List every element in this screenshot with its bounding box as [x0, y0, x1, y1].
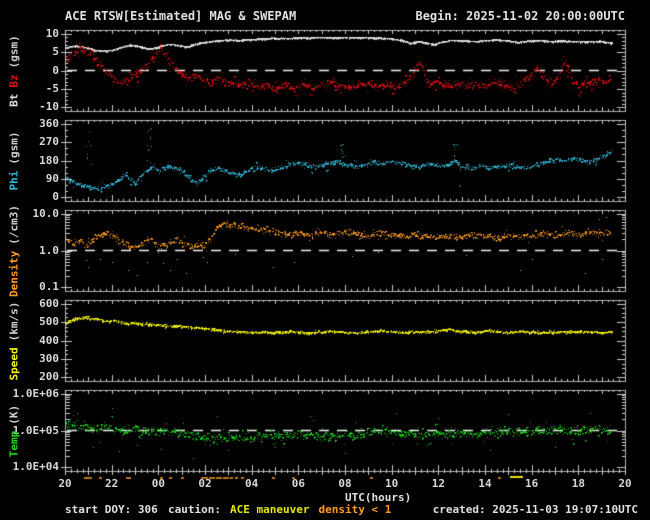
x-tick-label: 18 [571, 477, 585, 490]
created-timestamp: created: 2025-11-03 19:07:10UTC [432, 503, 638, 516]
axis-title-part: Density [7, 250, 21, 297]
x-tick-label: 20 [58, 477, 72, 490]
x-tick-label: 06 [291, 477, 305, 490]
axis-title-part: (/cm3) [7, 204, 21, 245]
caution-legend: caution: ACE maneuver density < 1 [168, 504, 400, 516]
panel-y-axis-title: Speed (km/s) [8, 298, 21, 383]
x-tick-label: 20 [618, 477, 632, 490]
axis-title-part: (K) [7, 404, 21, 425]
begin-timestamp: Begin: 2025-11-02 20:00:00UTC [415, 9, 625, 23]
axis-title-part: (gsm) [7, 131, 21, 165]
chart-title: ACE RTSW[Estimated] MAG & SWEPAM [65, 9, 297, 23]
axis-title-part: Bt [7, 93, 21, 107]
panel-y-axis-title: Bt Bz (gsm) [8, 32, 21, 110]
caution-density-label: density < 1 [318, 503, 392, 516]
y-tick-label: 1.0E+06 [12, 386, 59, 400]
ace-rtsw-plot-window: ACE RTSW[Estimated] MAG & SWEPAM Begin: … [0, 0, 650, 520]
y-tick-label: 1.0E+04 [12, 460, 59, 474]
x-tick-label: 00 [151, 477, 165, 490]
caution-label: caution: [168, 503, 221, 516]
start-doy-label: start DOY: 306 [65, 503, 158, 516]
x-tick-label: 08 [338, 477, 352, 490]
panel-y-axis-title: Temp (K) [8, 401, 21, 459]
axis-title-part: Bz [7, 73, 21, 88]
plot-canvas [0, 0, 650, 520]
x-tick-label: 16 [525, 477, 539, 490]
x-tick-label: 22 [105, 477, 119, 490]
axis-title-part: (gsm) [7, 34, 21, 68]
panel-y-axis-title: Density (/cm3) [8, 201, 21, 299]
x-tick-label: 10 [385, 477, 399, 490]
panel-y-axis-title: Phi (gsm) [8, 128, 21, 193]
axis-title-part: (km/s) [7, 301, 21, 341]
x-tick-label: 02 [198, 477, 212, 490]
axis-title-part: Phi [7, 170, 21, 190]
axis-title-part: Speed [7, 346, 21, 380]
axis-title-part: Temp [7, 430, 21, 457]
x-tick-label: 12 [431, 477, 445, 490]
x-tick-label: 04 [245, 477, 259, 490]
x-tick-label: 14 [478, 477, 492, 490]
caution-maneuver-label: ACE maneuver [229, 503, 310, 516]
